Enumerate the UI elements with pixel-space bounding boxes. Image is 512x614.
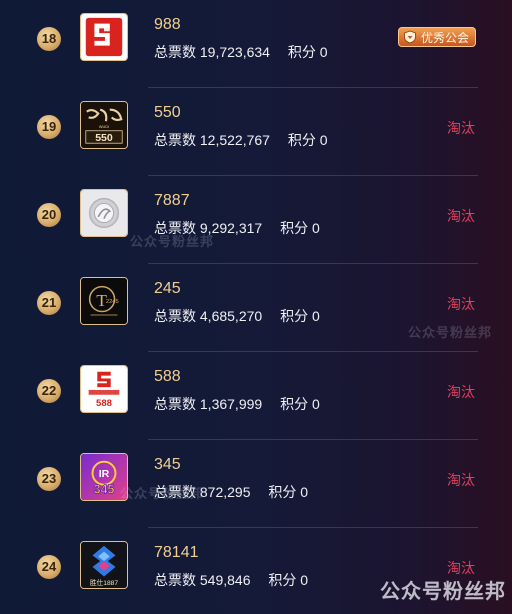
- guild-stats: 总票数 549,846 积分 0: [154, 570, 308, 590]
- watermark-text: 公众号粉丝邦: [408, 325, 493, 340]
- guild-name: 345: [154, 456, 181, 473]
- red-s-logo-icon[interactable]: [80, 13, 128, 61]
- total-votes-label: 总票数: [154, 572, 196, 588]
- ranking-row[interactable]: 22 588 588 总票数 1,367,999 积分 0 淘汰: [0, 352, 512, 440]
- guild-name: 550: [154, 104, 181, 121]
- ranking-row[interactable]: 19 WUDI 550 550 总票数 12,522,767 积分 0 淘汰: [0, 88, 512, 176]
- eliminated-status: 淘汰: [447, 472, 475, 488]
- calligraphy-550-logo-icon[interactable]: WUDI 550: [80, 101, 128, 149]
- blue-s-logo-icon[interactable]: 胜仕1887: [80, 541, 128, 589]
- ranking-row[interactable]: 18 988 总票数 19,723,634 积分 0 优秀公会: [0, 0, 512, 88]
- points-label: 积分: [287, 44, 316, 60]
- guild-name: 78141: [154, 544, 199, 561]
- svg-text:胜仕1887: 胜仕1887: [90, 578, 119, 587]
- total-votes-value: 549,846: [199, 572, 251, 588]
- points-label: 积分: [268, 572, 297, 588]
- guild-stats: 总票数 1,367,999 积分 0: [154, 394, 320, 414]
- guild-name: 7887: [154, 192, 190, 209]
- watermark-text: 公众号粉丝邦: [120, 486, 205, 501]
- guild-stats: 总票数 19,723,634 积分 0: [154, 42, 328, 62]
- eliminated-status: 淘汰: [447, 208, 475, 224]
- points-label: 积分: [280, 396, 309, 412]
- total-votes-value: 12,522,767: [199, 132, 270, 148]
- eliminated-status: 淘汰: [447, 384, 475, 400]
- svg-text:550: 550: [95, 132, 113, 144]
- red-s-588-logo-icon[interactable]: 588: [80, 365, 128, 413]
- svg-text:345: 345: [94, 482, 115, 496]
- rank-badge: 24: [37, 555, 61, 579]
- total-votes-label: 总票数: [154, 308, 196, 324]
- total-votes-value: 872,295: [199, 484, 251, 500]
- points-value: 0: [319, 44, 328, 60]
- watermark-text: 公众号粉丝邦: [130, 234, 215, 249]
- total-votes-value: 4,685,270: [199, 308, 263, 324]
- points-label: 积分: [280, 308, 309, 324]
- guild-stats: 总票数 12,522,767 积分 0: [154, 130, 328, 150]
- guild-name: 588: [154, 368, 181, 385]
- ranking-list: 18 988 总票数 19,723,634 积分 0 优秀公会 19 WUDI …: [0, 0, 512, 614]
- svg-text:2245: 2245: [106, 299, 119, 305]
- eliminated-status: 淘汰: [447, 296, 475, 312]
- total-votes-value: 19,723,634: [199, 44, 270, 60]
- rank-badge: 21: [37, 291, 61, 315]
- total-votes-label: 总票数: [154, 396, 196, 412]
- points-label: 积分: [280, 220, 309, 236]
- points-value: 0: [300, 484, 309, 500]
- watermark-large: 公众号粉丝邦: [376, 575, 506, 604]
- points-value: 0: [319, 132, 328, 148]
- points-label: 积分: [268, 484, 297, 500]
- rank-badge: 22: [37, 379, 61, 403]
- points-label: 积分: [287, 132, 316, 148]
- eliminated-status: 淘汰: [447, 120, 475, 136]
- total-votes-label: 总票数: [154, 132, 196, 148]
- guild-name: 245: [154, 280, 181, 297]
- excellent-guild-badge: 优秀公会: [397, 27, 476, 47]
- rank-badge: 18: [37, 27, 61, 51]
- points-value: 0: [311, 396, 320, 412]
- svg-text:IR: IR: [99, 468, 110, 480]
- watermark-large-text: 公众号粉丝邦: [380, 581, 506, 603]
- guild-name: 988: [154, 16, 181, 33]
- rank-badge: 23: [37, 467, 61, 491]
- total-votes-label: 总票数: [154, 44, 196, 60]
- rank-badge: 20: [37, 203, 61, 227]
- silver-emblem-logo-icon[interactable]: [80, 189, 128, 237]
- guild-stats: 总票数 4,685,270 积分 0: [154, 306, 320, 326]
- shield-icon: [404, 30, 416, 44]
- points-value: 0: [311, 308, 320, 324]
- badge-label: 优秀公会: [420, 31, 469, 45]
- svg-text:588: 588: [96, 398, 113, 409]
- gold-t-logo-icon[interactable]: T 2245: [80, 277, 128, 325]
- svg-text:WUDI: WUDI: [99, 125, 109, 129]
- points-value: 0: [300, 572, 309, 588]
- ranking-row[interactable]: 20 7887 总票数 9,292,317 积分 0 淘汰: [0, 176, 512, 264]
- ranking-row[interactable]: 23 IR 345 345 总票数 872,295 积分 0 淘汰: [0, 440, 512, 528]
- total-votes-value: 1,367,999: [199, 396, 263, 412]
- points-value: 0: [311, 220, 320, 236]
- rank-badge: 19: [37, 115, 61, 139]
